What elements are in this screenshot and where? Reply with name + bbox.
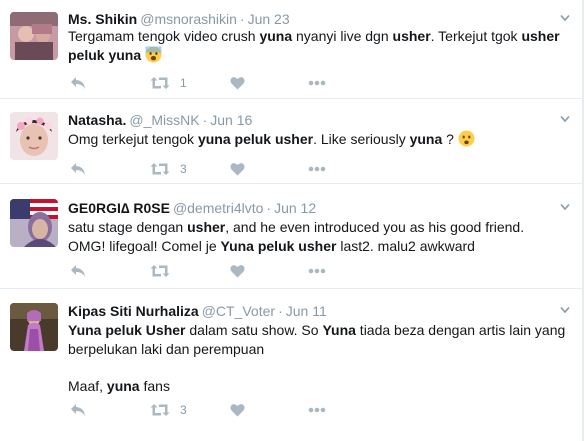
tweet-text: satu stage dengan usher, and he even int…: [68, 219, 525, 254]
avatar[interactable]: [10, 199, 58, 247]
more-icon[interactable]: [308, 73, 326, 93]
tweet-header: GE0RGI∆ R0SE @demetri4lvto · Jun 12: [68, 199, 316, 217]
fearful-face-icon: [145, 46, 162, 63]
avatar[interactable]: [10, 12, 58, 60]
timeline: Ms. Shikin @msnorashikin · Jun 23 Tergamam …: [0, 0, 583, 441]
caret-down-icon[interactable]: [560, 14, 570, 24]
retweet-count: 1: [180, 76, 187, 90]
retweet-button[interactable]: 1: [150, 73, 187, 93]
tweet[interactable]: Kipas Siti Nurhaliza @CT_Voter · Jun 11 Yun…: [0, 289, 582, 441]
sad-face-icon: [458, 130, 475, 147]
tweet-date[interactable]: Jun 11: [286, 303, 327, 319]
tweet-text: Tergamam tengok video crush yuna nyanyi …: [68, 28, 560, 63]
tweet-date[interactable]: Jun 12: [274, 200, 316, 216]
caret-down-icon[interactable]: [560, 203, 570, 213]
tweet-header: Kipas Siti Nurhaliza @CT_Voter · Jun 11: [68, 302, 327, 320]
like-icon: [230, 264, 245, 278]
retweet-count: 3: [180, 403, 187, 417]
tweet-date[interactable]: Jun 23: [248, 11, 290, 27]
retweet-button[interactable]: 3: [150, 159, 187, 179]
tweet[interactable]: Natasha. @_MissNK · Jun 16 Omg terkejut ten…: [0, 99, 582, 184]
tweet-text: Omg terkejut tengok yuna peluk usher. Li…: [68, 130, 568, 149]
separator: ·: [239, 11, 245, 27]
separator: ·: [278, 303, 283, 319]
retweet-icon: [150, 264, 170, 278]
display-name[interactable]: Natasha.: [68, 112, 126, 128]
retweet-count: 3: [180, 162, 187, 176]
more-icon[interactable]: [308, 400, 326, 420]
reply-icon[interactable]: [70, 261, 86, 281]
user-handle[interactable]: @_MissNK: [129, 112, 199, 128]
like-icon: [230, 162, 245, 176]
retweet-icon: [150, 162, 170, 176]
tweet[interactable]: Ms. Shikin @msnorashikin · Jun 23 Tergamam …: [0, 0, 582, 99]
like-button[interactable]: [230, 73, 245, 93]
display-name[interactable]: Kipas Siti Nurhaliza: [68, 303, 199, 319]
avatar[interactable]: [10, 112, 58, 160]
caret-down-icon[interactable]: [560, 306, 570, 316]
tweet-actions: 1: [68, 73, 368, 93]
display-name[interactable]: Ms. Shikin: [68, 11, 137, 27]
separator: ·: [266, 200, 272, 216]
like-button[interactable]: [230, 159, 245, 179]
caret-down-icon[interactable]: [560, 115, 570, 125]
like-button[interactable]: [230, 400, 245, 420]
retweet-icon: [150, 76, 170, 90]
avatar[interactable]: [10, 303, 58, 351]
user-handle[interactable]: @demetri4lvto: [173, 200, 263, 216]
tweet-actions: [68, 261, 368, 281]
like-icon: [230, 403, 245, 417]
more-icon[interactable]: [308, 159, 326, 179]
tweet-date[interactable]: Jun 16: [210, 112, 252, 128]
tweet-actions: 3: [68, 159, 368, 179]
user-handle[interactable]: @msnorashikin: [140, 11, 237, 27]
separator: ·: [202, 112, 208, 128]
retweet-icon: [150, 403, 170, 417]
reply-icon[interactable]: [70, 73, 86, 93]
display-name[interactable]: GE0RGI∆ R0SE: [68, 200, 170, 216]
tweet-text: Yuna peluk Usher dalam satu show. So Yun…: [68, 322, 566, 394]
user-handle[interactable]: @CT_Voter: [202, 303, 275, 319]
reply-icon[interactable]: [70, 159, 86, 179]
like-button[interactable]: [230, 261, 245, 281]
retweet-button[interactable]: [150, 261, 180, 281]
tweet-actions: 3: [68, 400, 368, 420]
more-icon[interactable]: [308, 261, 326, 281]
tweet-header: Ms. Shikin @msnorashikin · Jun 23: [68, 10, 290, 28]
tweet[interactable]: GE0RGI∆ R0SE @demetri4lvto · Jun 12 satu st…: [0, 184, 582, 289]
like-icon: [230, 76, 245, 90]
retweet-button[interactable]: 3: [150, 400, 187, 420]
reply-icon[interactable]: [70, 400, 86, 420]
tweet-header: Natasha. @_MissNK · Jun 16: [68, 111, 252, 129]
